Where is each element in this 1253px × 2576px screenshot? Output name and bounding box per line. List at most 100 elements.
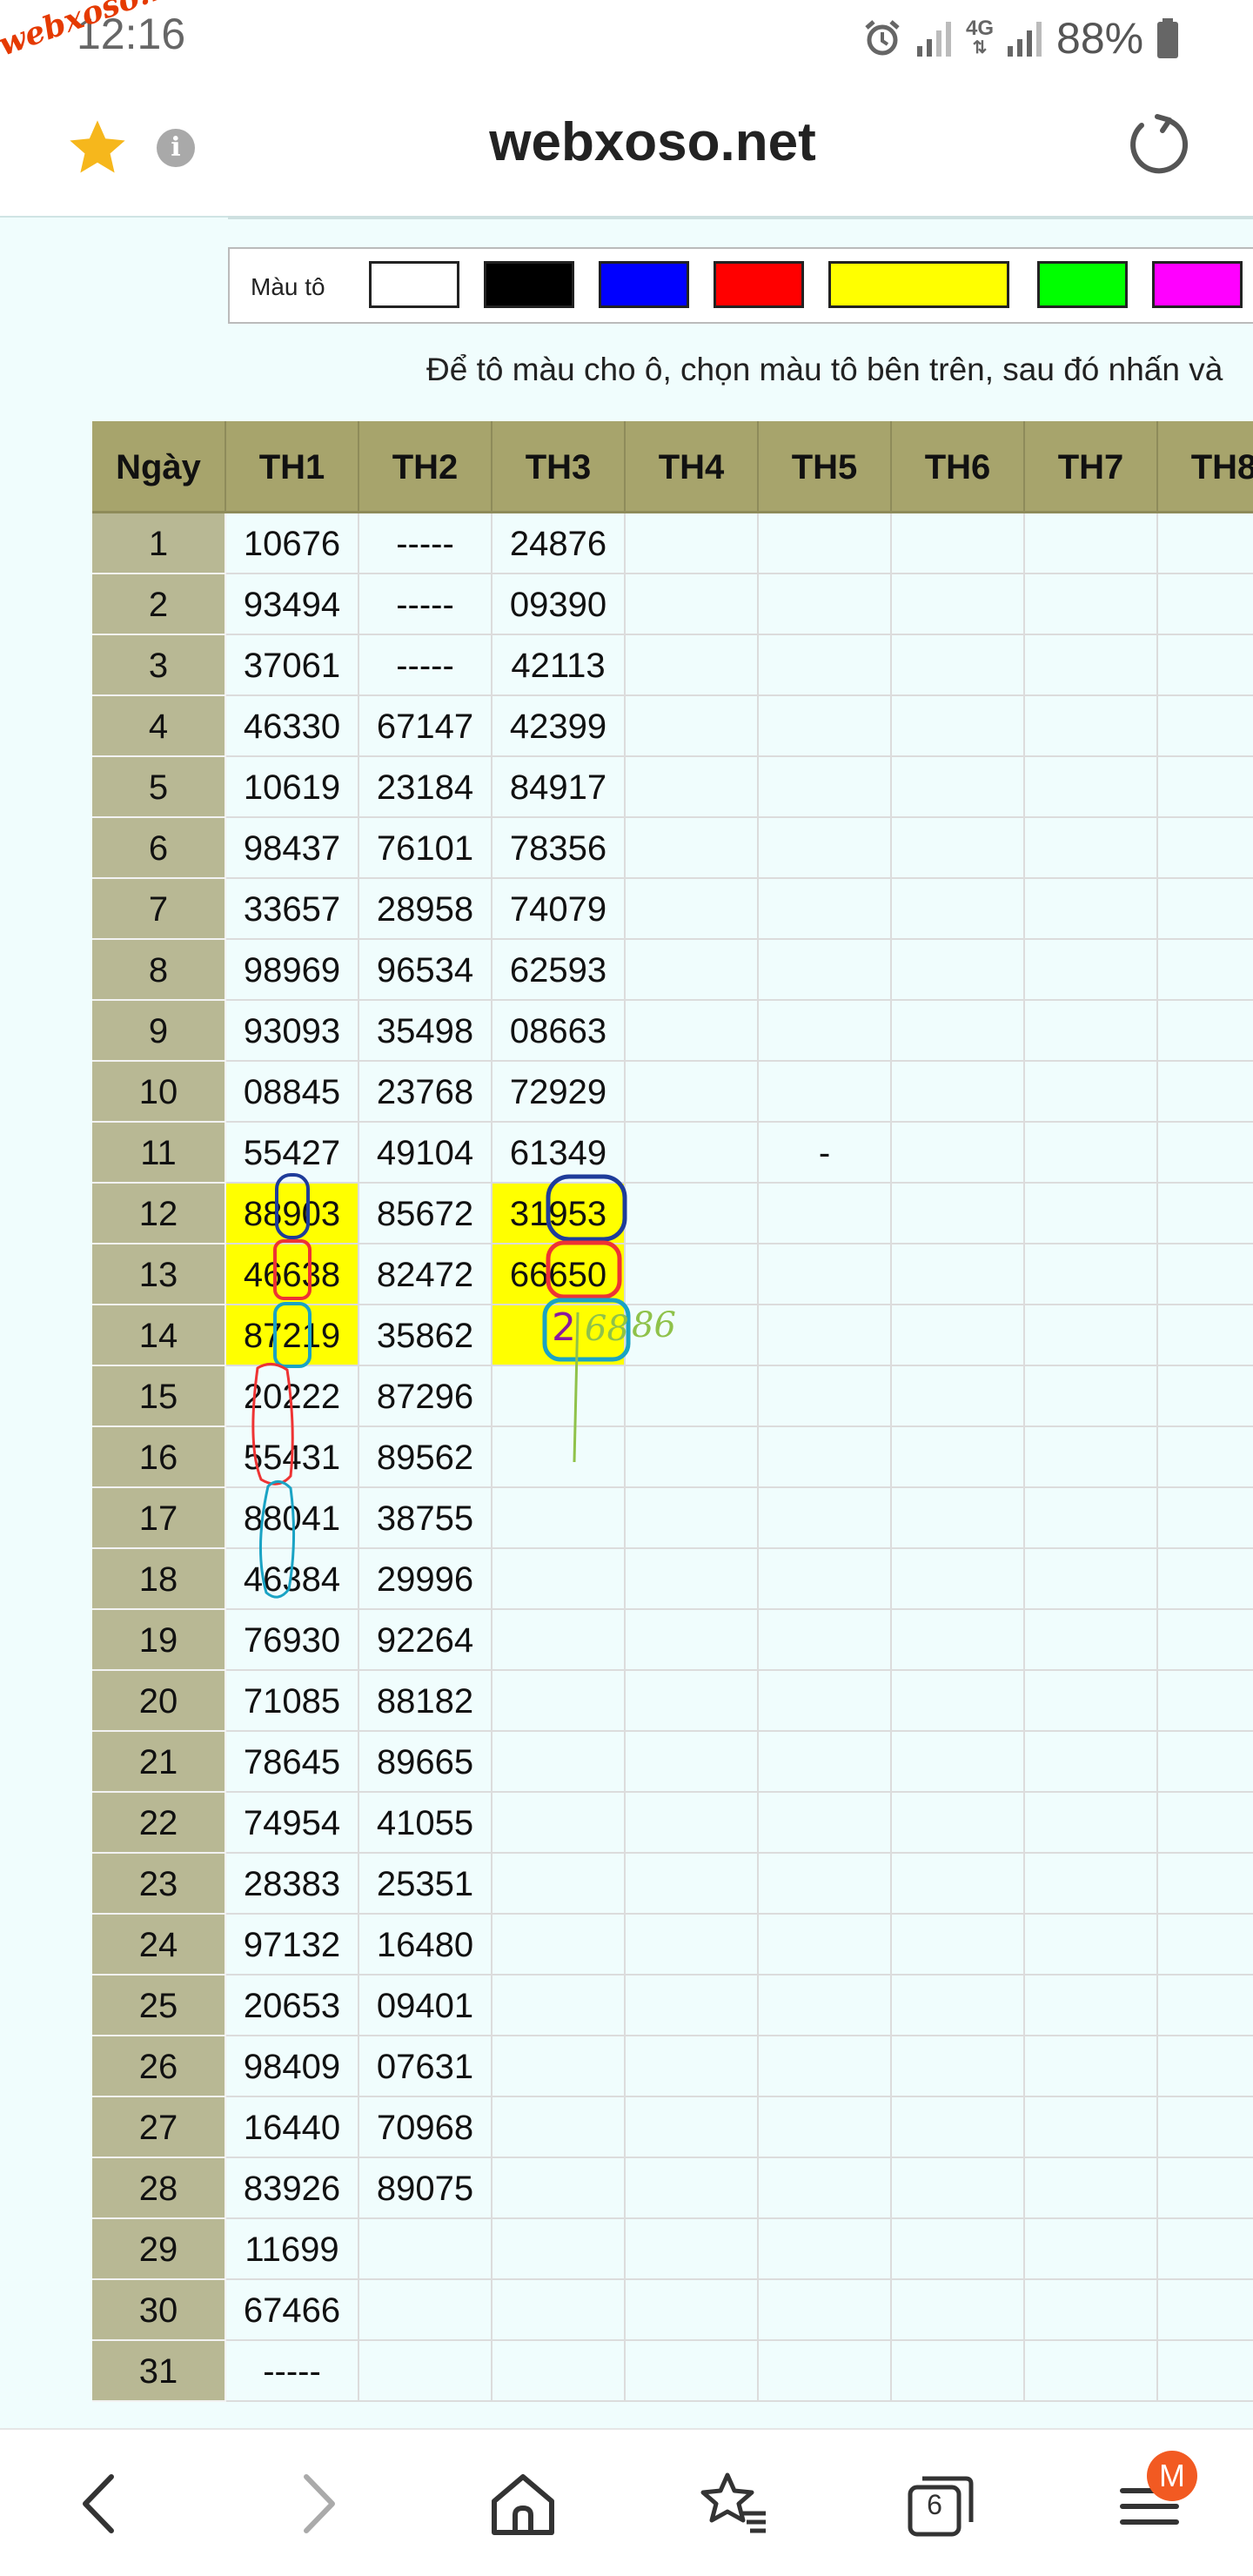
result-cell-th4[interactable] bbox=[626, 2097, 759, 2158]
result-cell-th6[interactable] bbox=[892, 757, 1025, 818]
swatch-black[interactable] bbox=[484, 261, 574, 308]
result-cell-th1[interactable]: 08845 bbox=[226, 1062, 359, 1123]
result-cell-th8[interactable] bbox=[1158, 1671, 1253, 1732]
result-cell-th8[interactable] bbox=[1158, 2280, 1253, 2341]
result-cell-th6[interactable] bbox=[892, 635, 1025, 696]
result-cell-th1[interactable]: 20653 bbox=[226, 1976, 359, 2036]
result-cell-th8[interactable] bbox=[1158, 1001, 1253, 1062]
result-cell-th2[interactable]: 35862 bbox=[359, 1305, 492, 1366]
result-cell-th4[interactable] bbox=[626, 513, 759, 574]
result-cell-th8[interactable] bbox=[1158, 1732, 1253, 1793]
back-icon[interactable] bbox=[63, 2465, 141, 2543]
result-cell-th8[interactable] bbox=[1158, 1488, 1253, 1549]
result-cell-th4[interactable] bbox=[626, 757, 759, 818]
result-cell-th1[interactable]: 71085 bbox=[226, 1671, 359, 1732]
result-cell-th3[interactable]: 78356 bbox=[492, 818, 626, 879]
result-cell-th2[interactable]: 49104 bbox=[359, 1123, 492, 1184]
result-cell-th1[interactable]: 55427 bbox=[226, 1123, 359, 1184]
result-cell-th5[interactable] bbox=[759, 2158, 892, 2219]
result-cell-th6[interactable] bbox=[892, 818, 1025, 879]
result-cell-th6[interactable] bbox=[892, 1793, 1025, 1854]
result-cell-th3[interactable] bbox=[492, 1976, 626, 2036]
result-cell-th3[interactable] bbox=[492, 2158, 626, 2219]
result-cell-th2[interactable]: ----- bbox=[359, 513, 492, 574]
result-cell-th3[interactable]: 42113 bbox=[492, 635, 626, 696]
result-cell-th2[interactable]: 89665 bbox=[359, 1732, 492, 1793]
swatch-red[interactable] bbox=[714, 261, 804, 308]
result-cell-th7[interactable] bbox=[1025, 513, 1158, 574]
result-cell-th3[interactable] bbox=[492, 1488, 626, 1549]
result-cell-th8[interactable] bbox=[1158, 1793, 1253, 1854]
swatch-green[interactable] bbox=[1037, 261, 1128, 308]
result-cell-th6[interactable] bbox=[892, 1549, 1025, 1610]
result-cell-th4[interactable] bbox=[626, 1366, 759, 1427]
result-cell-th7[interactable] bbox=[1025, 757, 1158, 818]
result-cell-th4[interactable] bbox=[626, 2036, 759, 2097]
result-cell-th8[interactable] bbox=[1158, 1184, 1253, 1244]
result-cell-th6[interactable] bbox=[892, 1732, 1025, 1793]
result-cell-th4[interactable] bbox=[626, 940, 759, 1001]
result-cell-th2[interactable]: 07631 bbox=[359, 2036, 492, 2097]
result-cell-th4[interactable] bbox=[626, 1793, 759, 1854]
result-cell-th3[interactable] bbox=[492, 1366, 626, 1427]
result-cell-th8[interactable] bbox=[1158, 1610, 1253, 1671]
result-cell-th1[interactable]: 55431 bbox=[226, 1427, 359, 1488]
swatch-blue[interactable] bbox=[599, 261, 689, 308]
result-cell-th8[interactable] bbox=[1158, 696, 1253, 757]
result-cell-th5[interactable] bbox=[759, 635, 892, 696]
result-cell-th8[interactable] bbox=[1158, 818, 1253, 879]
result-cell-th4[interactable] bbox=[626, 696, 759, 757]
result-cell-th2[interactable]: 41055 bbox=[359, 1793, 492, 1854]
result-cell-th3[interactable] bbox=[492, 1915, 626, 1976]
result-cell-th4[interactable] bbox=[626, 1427, 759, 1488]
reload-icon[interactable] bbox=[1122, 111, 1192, 181]
result-cell-th3[interactable] bbox=[492, 1610, 626, 1671]
result-cell-th8[interactable] bbox=[1158, 1305, 1253, 1366]
result-cell-th6[interactable] bbox=[892, 1123, 1025, 1184]
result-cell-th6[interactable] bbox=[892, 1610, 1025, 1671]
result-cell-th5[interactable] bbox=[759, 1610, 892, 1671]
result-cell-th7[interactable] bbox=[1025, 1062, 1158, 1123]
result-cell-th2[interactable]: 88182 bbox=[359, 1671, 492, 1732]
result-cell-th7[interactable] bbox=[1025, 1976, 1158, 2036]
result-cell-th5[interactable] bbox=[759, 1427, 892, 1488]
result-cell-th3[interactable] bbox=[492, 1793, 626, 1854]
result-cell-th6[interactable] bbox=[892, 1671, 1025, 1732]
result-cell-th4[interactable] bbox=[626, 2158, 759, 2219]
result-cell-th8[interactable] bbox=[1158, 1244, 1253, 1305]
result-cell-th4[interactable] bbox=[626, 1854, 759, 1915]
result-cell-th2[interactable] bbox=[359, 2280, 492, 2341]
result-cell-th6[interactable] bbox=[892, 1184, 1025, 1244]
result-cell-th5[interactable] bbox=[759, 879, 892, 940]
result-cell-th5[interactable] bbox=[759, 1184, 892, 1244]
result-cell-th4[interactable] bbox=[626, 818, 759, 879]
result-cell-th6[interactable] bbox=[892, 696, 1025, 757]
result-cell-th4[interactable] bbox=[626, 2280, 759, 2341]
result-cell-th5[interactable] bbox=[759, 940, 892, 1001]
result-cell-th1[interactable]: 37061 bbox=[226, 635, 359, 696]
result-cell-th1[interactable]: 10676 bbox=[226, 513, 359, 574]
result-cell-th4[interactable] bbox=[626, 1184, 759, 1244]
result-cell-th7[interactable] bbox=[1025, 1123, 1158, 1184]
swatch-white[interactable] bbox=[369, 261, 459, 308]
result-cell-th1[interactable]: 98409 bbox=[226, 2036, 359, 2097]
result-cell-th8[interactable] bbox=[1158, 1915, 1253, 1976]
result-cell-th8[interactable] bbox=[1158, 2036, 1253, 2097]
result-cell-th5[interactable] bbox=[759, 696, 892, 757]
result-cell-th6[interactable] bbox=[892, 1305, 1025, 1366]
result-cell-th3[interactable]: 74079 bbox=[492, 879, 626, 940]
result-cell-th4[interactable] bbox=[626, 1001, 759, 1062]
result-cell-th5[interactable] bbox=[759, 1793, 892, 1854]
result-cell-th1[interactable]: 10619 bbox=[226, 757, 359, 818]
result-cell-th1[interactable]: 46330 bbox=[226, 696, 359, 757]
result-cell-th5[interactable] bbox=[759, 1732, 892, 1793]
result-cell-th3[interactable] bbox=[492, 2341, 626, 2402]
result-cell-th4[interactable] bbox=[626, 574, 759, 635]
result-cell-th7[interactable] bbox=[1025, 818, 1158, 879]
result-cell-th6[interactable] bbox=[892, 2219, 1025, 2280]
result-cell-th2[interactable] bbox=[359, 2341, 492, 2402]
result-cell-th7[interactable] bbox=[1025, 1305, 1158, 1366]
result-cell-th5[interactable] bbox=[759, 1976, 892, 2036]
result-cell-th1[interactable]: 93494 bbox=[226, 574, 359, 635]
result-cell-th7[interactable] bbox=[1025, 1549, 1158, 1610]
